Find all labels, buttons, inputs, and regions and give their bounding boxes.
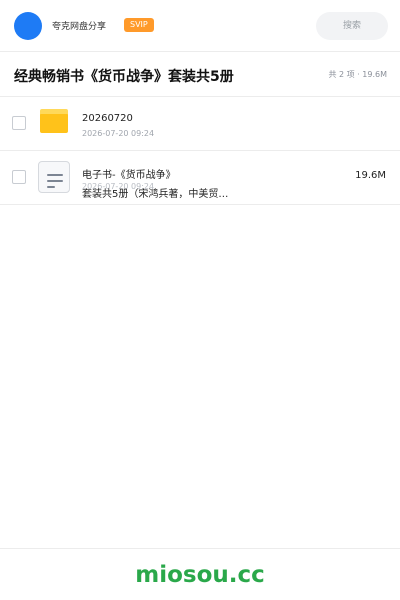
file-row-folder[interactable]: 20260720 2026-07-20 09:24 xyxy=(0,97,400,151)
file-name-line1[interactable]: 电子书-《货币战争》 xyxy=(82,166,176,181)
select-checkbox[interactable] xyxy=(12,170,26,184)
top-bar: 夸克网盘分享 SVIP 搜索 xyxy=(0,0,400,52)
file-date: 2026-07-20 09:24 xyxy=(82,129,155,138)
file-row-document[interactable]: 电子书-《货币战争》 2026-07-20 09:24 套装共5册（宋鸿兵著，中… xyxy=(0,151,400,205)
file-size: 19.6M xyxy=(355,170,386,181)
summary-meta: 共 2 项 · 19.6M xyxy=(328,70,387,79)
document-line xyxy=(47,186,55,188)
avatar[interactable] xyxy=(14,12,42,40)
document-line xyxy=(47,180,63,182)
footer: miosou.cc xyxy=(0,548,400,600)
svip-badge: SVIP xyxy=(124,18,154,32)
select-checkbox[interactable] xyxy=(12,116,26,130)
file-name[interactable]: 20260720 xyxy=(82,113,133,124)
brand-name: 夸克网盘分享 xyxy=(52,22,107,32)
document-line xyxy=(47,174,63,176)
page-title: 经典畅销书《货币战争》套装共5册 xyxy=(14,69,234,85)
file-name-line2[interactable]: 套装共5册（宋鸿兵著，中美贸… xyxy=(82,185,228,200)
document-icon xyxy=(38,161,70,193)
share-header: 经典畅销书《货币战争》套装共5册 共 2 项 · 19.6M xyxy=(0,53,400,97)
search-button[interactable]: 搜索 xyxy=(316,12,388,40)
folder-icon xyxy=(40,109,68,133)
footer-brand: miosou.cc xyxy=(135,562,265,588)
folder-body xyxy=(40,114,68,133)
